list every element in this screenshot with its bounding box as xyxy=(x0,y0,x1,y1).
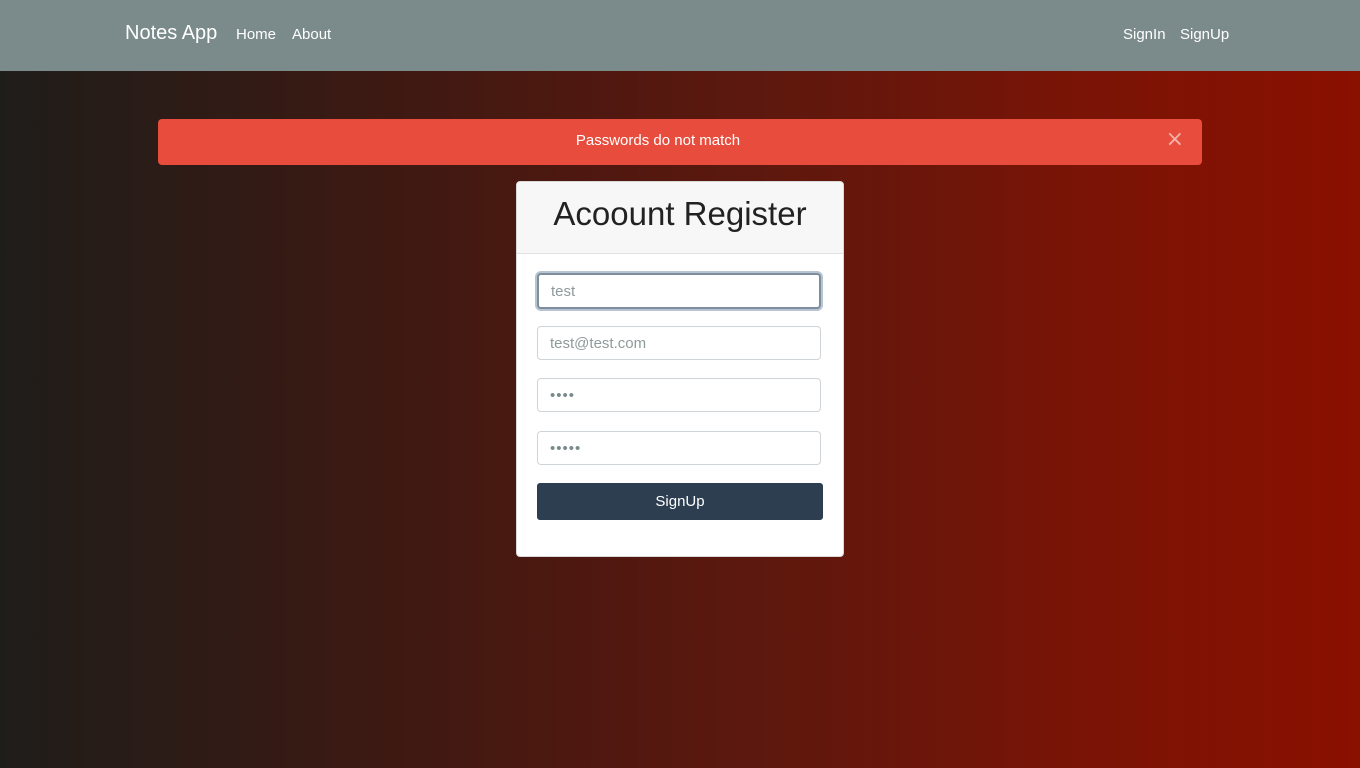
nav-link-signin[interactable]: SignIn xyxy=(1123,26,1166,43)
password-field[interactable] xyxy=(537,378,821,412)
alert-message: Passwords do not match xyxy=(575,132,741,149)
username-field[interactable] xyxy=(537,273,821,309)
card-header: Acoount Register xyxy=(517,182,843,254)
nav-link-signup[interactable]: SignUp xyxy=(1180,26,1229,43)
brand-logo-text[interactable]: Notes App xyxy=(125,22,217,45)
error-alert: Passwords do not match × xyxy=(158,119,1202,165)
signup-button[interactable]: SignUp xyxy=(537,483,823,520)
nav-link-about[interactable]: About xyxy=(292,26,331,43)
page-title: Acoount Register xyxy=(553,195,807,232)
confirm-password-field[interactable] xyxy=(537,431,821,465)
close-icon[interactable]: × xyxy=(1166,129,1184,151)
nav-link-home[interactable]: Home xyxy=(236,26,276,43)
top-navbar: Notes App Home About SignIn SignUp xyxy=(0,0,1360,71)
email-field[interactable] xyxy=(537,326,821,360)
register-card: Acoount Register SignUp xyxy=(516,181,844,557)
